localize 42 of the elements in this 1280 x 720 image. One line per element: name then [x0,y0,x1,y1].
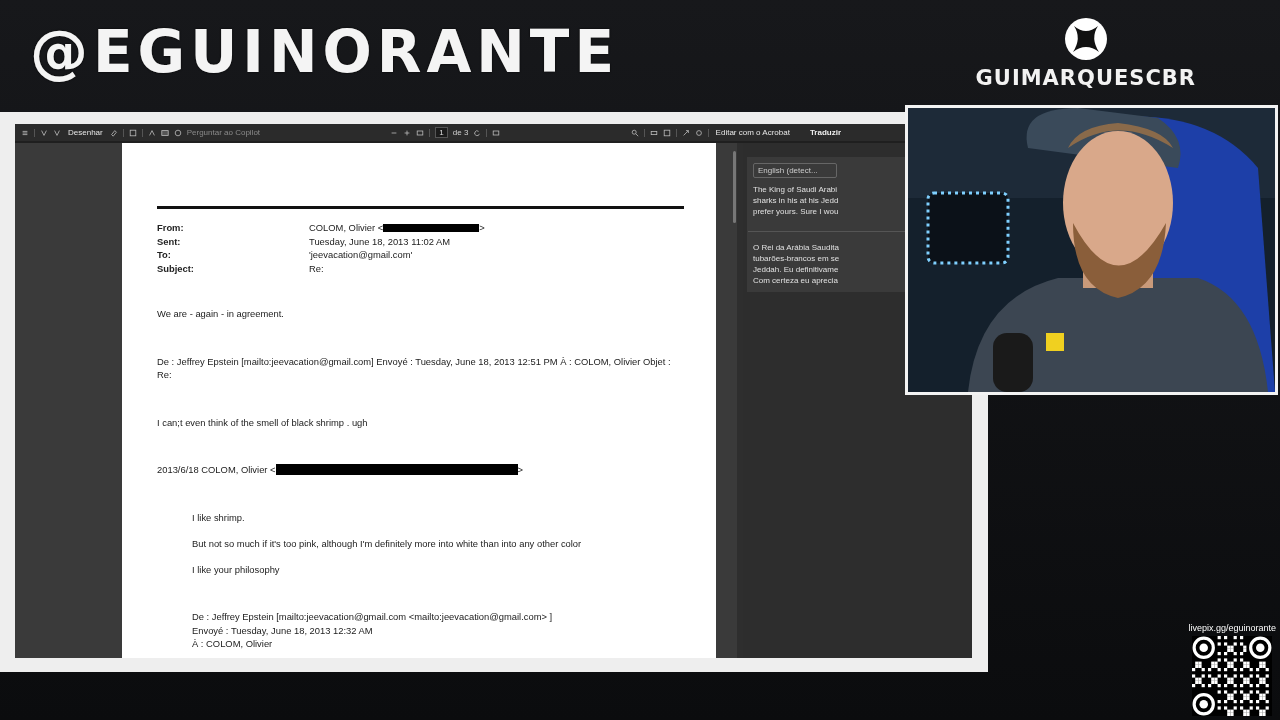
search-icon[interactable] [630,128,639,137]
field-value: Tuesday, June 18, 2013 11:02 AM [309,234,451,248]
field-label: Subject: [157,261,195,275]
field-label: From: [157,221,185,235]
body-text: De : Jeffrey Epstein [mailto:jeevacation@gmail.com <mailto:jeevacation@gmail.com> ] [192,610,554,624]
page-count: de 3 [452,128,469,137]
source-text: The King of Saudi Arabi [753,184,839,195]
translated-text: Com certeza eu aprecia [753,275,839,286]
body-text: I like your philosophy [192,562,281,576]
field-label: To: [157,248,172,262]
field-value: Re: [309,261,324,275]
draw-button[interactable]: Desenhar [66,127,105,138]
page-number-field[interactable]: 1 [435,127,448,138]
body-text: 2013/6/18 COLOM, Olivier < > [157,463,525,477]
language-dropdown[interactable]: English (detect... [753,163,837,178]
xbox-logo-icon [1064,18,1107,60]
rotate-icon[interactable] [473,128,482,137]
translated-text: tubarões-brancos em se [753,253,841,264]
scrollbar[interactable] [732,151,736,223]
field-label: Sent: [157,234,182,248]
translate-title: Traduzir [809,128,841,137]
source-text: sharks in his at his Jedd [753,195,840,206]
body-text: Envoyé : Tuesday, June 18, 2013 12:32 AM [192,623,374,637]
field-value: 'jeevacation@gmail.com' [309,248,413,262]
field-value: COLOM, Olivier < > [309,221,485,235]
edit-with-acrobat-button[interactable]: Editar com o Acrobat [713,127,792,138]
copilot-prompt[interactable]: Perguntar ao Copilot [186,128,261,137]
body-text: I can;t even think of the smell of black shrimp . ugh [157,415,369,429]
eraser-icon[interactable] [109,128,118,137]
body-text: À : COLOM, Olivier [192,637,274,651]
gamertag: GUIMARQUESCBR [975,66,1196,90]
list-icon[interactable] [21,128,29,137]
zoom-in-icon[interactable] [403,128,412,137]
source-text: prefer yours. Sure I wou [753,206,840,217]
translated-text: Jeddah. Eu definitivame [753,264,840,275]
body-text: We are - again - in agreement. [157,307,285,321]
fullscreen-icon[interactable] [681,128,690,137]
channel-name: @EGUINORANTE [30,18,620,86]
translated-text: O Rei da Arábia Saudita [753,242,840,253]
body-text: I like shrimp. [192,510,246,524]
body-text: But not so much if it's too pink, although I'm definitely more into white than into any other color [192,536,583,550]
body-text: De : Jeffrey Epstein [mailto:jeevacation@gmail.com] Envoyé : Tuesday, June 18, 2013 12:51 PM À : COLOM, Olivier Objet : Re: [157,354,672,382]
